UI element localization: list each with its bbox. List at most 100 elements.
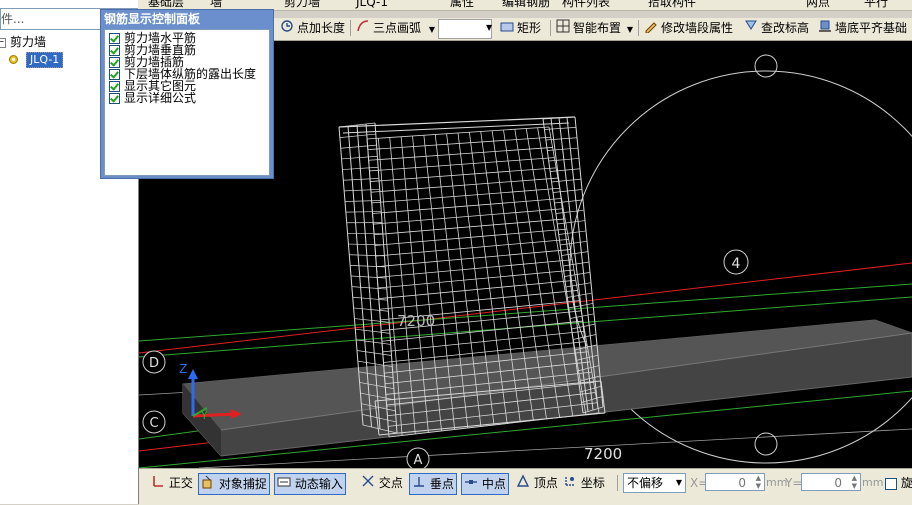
checkbox-checked-icon[interactable] [109,33,120,44]
three-point-arc-label: 三点画弧 [373,21,421,35]
edit-rebar-button[interactable]: 编辑钢筋 [502,0,550,11]
midpoint-icon [464,475,478,495]
ortho-label: 正交 [169,476,193,490]
two-point-button[interactable]: 两点 [806,0,830,11]
arc-mode-select[interactable] [438,19,492,39]
dynamic-input-label: 动态输入 [295,477,343,491]
coordinate-snap-button[interactable]: 坐标 [563,473,605,493]
offset-select[interactable]: 不偏移 ▼ [623,473,686,493]
chevron-down-icon[interactable]: ▼ [429,25,435,34]
rebar-line [348,244,383,245]
dimension-bottom: 7200 [584,445,622,463]
draw-toolbar: 点加长度 三点画弧 ▼ ▼ 矩形 智能布置 ▼ 修改墙段属性 查改标高 墙底平齐… [274,18,912,41]
checkbox-label: 显示详细公式 [124,91,196,105]
coordinate-icon [563,474,577,494]
tree-collapse-icon[interactable]: − [0,38,6,48]
rebar-line [345,201,381,202]
check-elevation-label: 查改标高 [761,21,809,35]
vertex-icon [516,474,530,494]
ortho-icon [151,474,165,494]
x-value: 0 [738,476,746,490]
perpendicular-icon [412,475,426,495]
chevron-down-icon[interactable]: ▼ [676,474,682,492]
tree-item-label: JLQ-1 [26,52,63,68]
rotate-label: 旋 [901,476,912,490]
axis-bubble-bottom [755,433,777,455]
y-coordinate-input[interactable]: 0 ▲▼ [801,473,861,491]
midpoint-label: 中点 [482,477,506,491]
check-elevation-button[interactable]: 查改标高 [744,18,809,38]
axis-label-a: A [414,453,423,468]
z-axis-label: Z [179,362,187,376]
code-select[interactable]: JLQ-1 [356,0,388,11]
member-select[interactable]: 剪力墙 [284,0,320,11]
dimension-top: 7200 [397,312,435,330]
intersection-icon [361,474,375,494]
rectangle-icon [500,19,514,39]
axis-label-4: 4 [732,256,741,272]
axis-label-d: D [149,356,159,371]
dynamic-input-button[interactable]: 动态输入 [274,473,346,495]
wall-bottom-align-label: 墙底平齐基础 [835,21,907,35]
elevation-icon [744,19,758,39]
property-button[interactable]: 属性 [450,0,474,11]
chevron-down-icon[interactable]: ▼ [486,18,492,38]
point-length-button[interactable]: 点加长度 [280,18,345,38]
smart-layout-button[interactable]: 智能布置 ▼ [556,18,633,38]
checkbox-checked-icon[interactable] [109,93,120,104]
modify-props-icon [644,19,658,39]
rebar-line [346,212,381,213]
rotate-checkbox[interactable]: 旋 [885,473,912,493]
rebar-display-panel: 钢筋显示控制面板 剪力墙水平筋 剪力墙垂直筋 剪力墙插筋 下层墙体纵筋的露出长度… [100,9,274,179]
panel-body: 剪力墙水平筋 剪力墙垂直筋 剪力墙插筋 下层墙体纵筋的露出长度 显示其它图元 显… [104,29,270,176]
offset-select-value: 不偏移 [627,476,663,490]
smart-layout-icon [556,19,570,39]
modify-wall-props-button[interactable]: 修改墙段属性 [644,18,733,38]
wall-bottom-align-button[interactable]: 墙底平齐基础 [818,18,907,38]
snap-toolbar: 正交 对象捕捉 动态输入 交点 垂点 中点 顶点 坐标 不偏移 ▼ X= 0▲▼… [139,468,912,505]
tree-item-label: 剪力墙 [10,34,46,50]
perpendicular-snap-button[interactable]: 垂点 [409,473,457,495]
modify-wall-props-label: 修改墙段属性 [661,21,733,35]
parallel-button[interactable]: 平行 [864,0,888,11]
gear-icon [8,53,19,64]
checkbox-checked-icon[interactable] [109,45,120,56]
member-list-button[interactable]: 构件列表 [562,0,610,11]
pick-member-button[interactable]: 拾取构件 [648,0,696,11]
checkbox-unchecked-icon[interactable] [885,478,897,490]
object-snap-button[interactable]: 对象捕捉 [198,473,270,495]
object-snap-label: 对象捕捉 [219,477,267,491]
rectangle-label: 矩形 [517,21,541,35]
checkbox-checked-icon[interactable] [109,69,120,80]
panel-title[interactable]: 钢筋显示控制面板 [104,10,200,28]
rebar-line [339,117,575,127]
y-label: Y= [785,473,802,493]
arc-icon [356,19,370,39]
checkbox-checked-icon[interactable] [109,57,120,68]
vertex-label: 顶点 [534,476,558,490]
three-point-arc-button[interactable]: 三点画弧 ▼ [356,18,435,38]
axis-label-c: C [149,416,158,431]
x-coordinate-input[interactable]: 0 ▲▼ [705,473,765,491]
wall-align-icon [818,19,832,39]
perpendicular-label: 垂点 [430,477,454,491]
smart-layout-label: 智能布置 [573,21,621,35]
vertex-snap-button[interactable]: 顶点 [516,473,558,493]
spinner-icon[interactable]: ▲▼ [756,474,761,490]
checkbox-checked-icon[interactable] [109,81,120,92]
ortho-button[interactable]: 正交 [151,473,193,493]
intersection-snap-button[interactable]: 交点 [361,473,403,493]
y-value: 0 [834,476,842,490]
dynamic-input-icon [277,475,291,495]
y-unit: mm [862,473,883,493]
rectangle-button[interactable]: 矩形 [500,18,541,38]
point-length-icon [280,19,294,39]
checkbox-show-detailed-formula[interactable]: 显示详细公式 [109,92,196,104]
midpoint-snap-button[interactable]: 中点 [461,473,509,495]
y-axis-label: Y [200,409,208,422]
coordinate-label: 坐标 [581,476,605,490]
axis-bubble-top [755,55,777,77]
intersection-label: 交点 [379,476,403,490]
spinner-icon[interactable]: ▲▼ [852,474,857,490]
chevron-down-icon[interactable]: ▼ [627,25,633,34]
